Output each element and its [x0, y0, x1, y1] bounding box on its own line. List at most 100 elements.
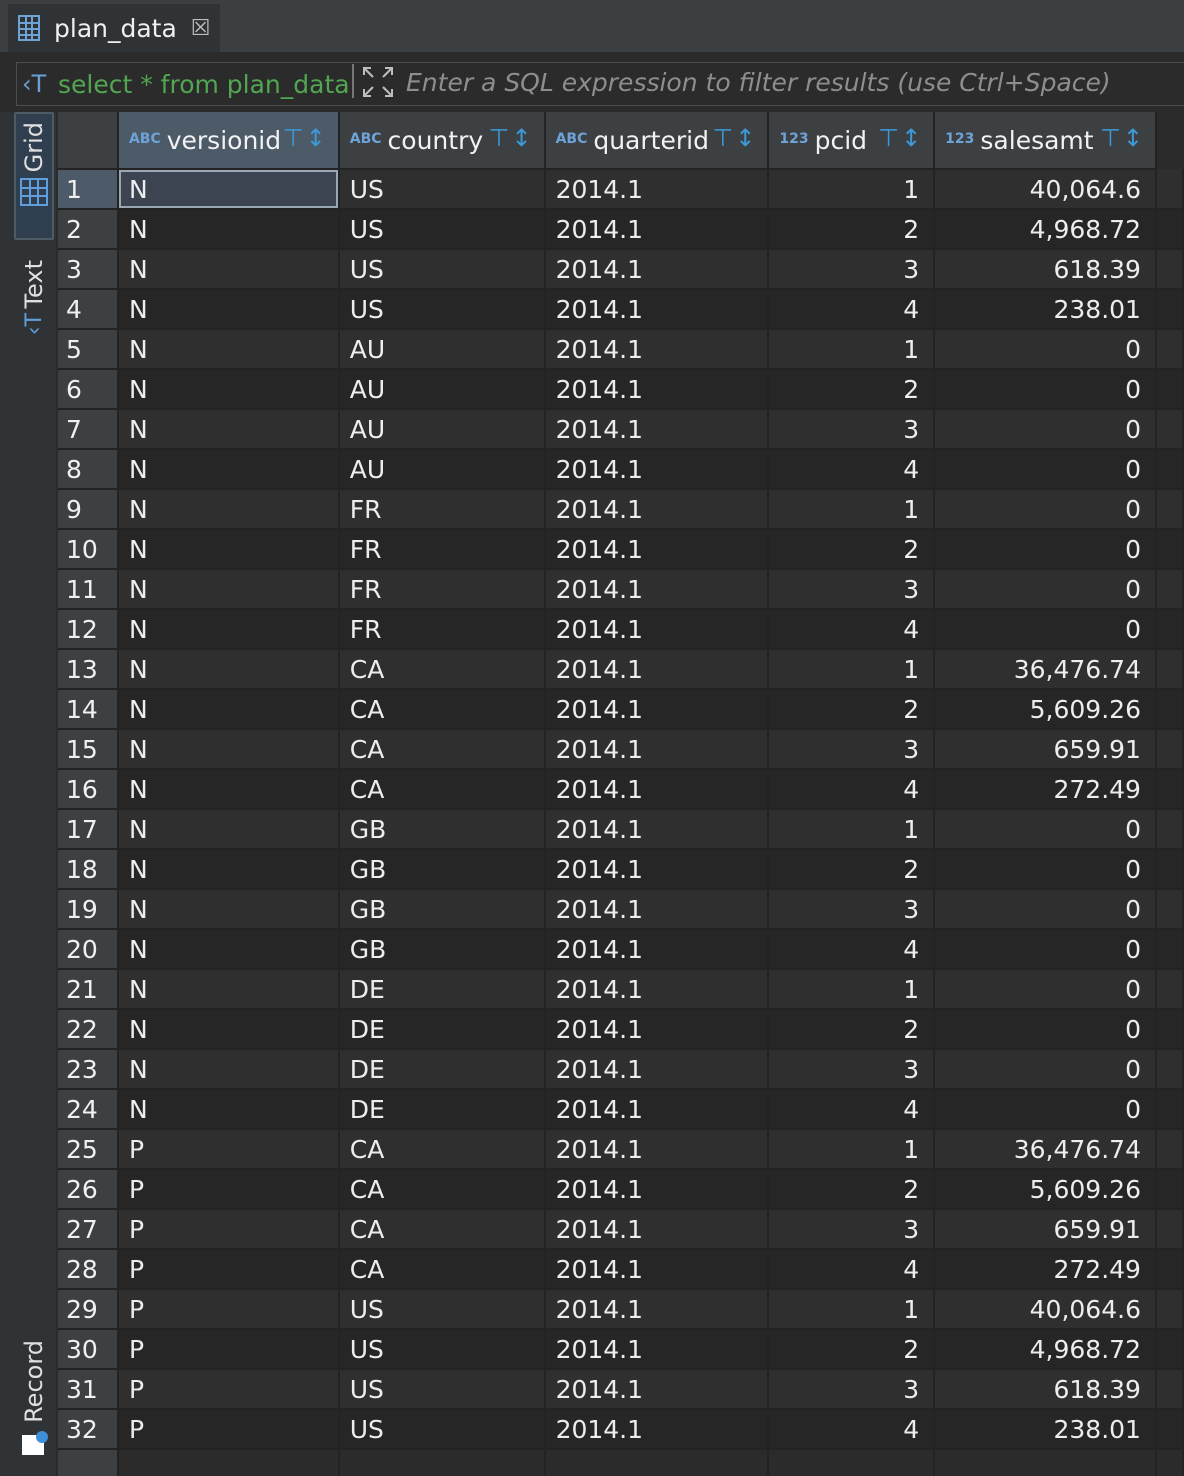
cell-country[interactable]: CA [338, 1129, 546, 1170]
cell-pcid[interactable]: 2 [768, 849, 936, 890]
table-row[interactable]: 8 N AU 2014.1 4 0 [58, 449, 1184, 490]
row-number[interactable]: 9 [58, 489, 119, 530]
filter-sort-icon[interactable]: ⊤↕ [878, 124, 923, 152]
table-row[interactable]: 10 N FR 2014.1 2 0 [58, 529, 1184, 570]
cell-country[interactable]: CA [338, 769, 546, 810]
cell-salesamt[interactable]: 0 [934, 969, 1157, 1010]
cell-quarterid[interactable]: 2014.1 [544, 1129, 770, 1170]
cell-quarterid[interactable]: 2014.1 [544, 1329, 770, 1370]
row-number[interactable]: 23 [58, 1049, 119, 1090]
cell-salesamt[interactable]: 0 [934, 329, 1157, 370]
cell-salesamt[interactable]: 40,064.6 [934, 169, 1157, 210]
cell-salesamt[interactable]: 0 [934, 449, 1157, 490]
cell-quarterid[interactable]: 2014.1 [544, 889, 770, 930]
table-row[interactable]: 16 N CA 2014.1 4 272.49 [58, 769, 1184, 810]
cell-pcid[interactable]: 4 [768, 1409, 936, 1450]
table-row[interactable]: 20 N GB 2014.1 4 0 [58, 929, 1184, 970]
cell-quarterid[interactable]: 2014.1 [544, 689, 770, 730]
cell-quarterid[interactable]: 2014.1 [544, 769, 770, 810]
row-number[interactable]: 6 [58, 369, 119, 410]
cell-country[interactable]: GB [338, 849, 546, 890]
cell-versionid[interactable]: N [117, 329, 340, 370]
cell-versionid[interactable]: N [117, 529, 340, 570]
row-number[interactable]: 20 [58, 929, 119, 970]
cell-pcid[interactable]: 3 [768, 569, 936, 610]
row-number[interactable]: 32 [58, 1409, 119, 1450]
grid-view-tab[interactable]: Grid [14, 112, 54, 240]
cell-versionid[interactable]: N [117, 409, 340, 450]
cell-country[interactable]: CA [338, 689, 546, 730]
cell-quarterid[interactable]: 2014.1 [544, 609, 770, 650]
cell-country[interactable]: CA [338, 649, 546, 690]
table-row[interactable]: 5 N AU 2014.1 1 0 [58, 329, 1184, 370]
cell-salesamt[interactable]: 0 [934, 569, 1157, 610]
cell-pcid[interactable]: 1 [768, 649, 936, 690]
table-row[interactable]: 19 N GB 2014.1 3 0 [58, 889, 1184, 930]
cell-country[interactable]: GB [338, 929, 546, 970]
cell-versionid[interactable]: N [117, 929, 340, 970]
cell-country[interactable]: DE [338, 1089, 546, 1130]
column-header-quarterid[interactable]: ABC quarterid ⊤↕ [544, 112, 770, 170]
row-number[interactable]: 14 [58, 689, 119, 730]
column-header-pcid[interactable]: 123 pcid ⊤↕ [768, 112, 936, 170]
cell-quarterid[interactable]: 2014.1 [544, 1089, 770, 1130]
cell-salesamt[interactable]: 0 [934, 609, 1157, 650]
cell-country[interactable]: GB [338, 889, 546, 930]
row-number[interactable]: 18 [58, 849, 119, 890]
cell-versionid[interactable]: N [117, 689, 340, 730]
cell-versionid[interactable]: N [117, 569, 340, 610]
table-row[interactable]: 13 N CA 2014.1 1 36,476.74 [58, 649, 1184, 690]
cell-quarterid[interactable]: 2014.1 [544, 1169, 770, 1210]
cell-country[interactable]: CA [338, 1209, 546, 1250]
cell-pcid[interactable]: 2 [768, 689, 936, 730]
cell-salesamt[interactable]: 5,609.26 [934, 1169, 1157, 1210]
cell-quarterid[interactable]: 2014.1 [544, 1249, 770, 1290]
row-number[interactable]: 31 [58, 1369, 119, 1410]
table-row[interactable]: 18 N GB 2014.1 2 0 [58, 849, 1184, 890]
row-number[interactable]: 26 [58, 1169, 119, 1210]
cell-salesamt[interactable]: 618.39 [934, 249, 1157, 290]
cell-salesamt[interactable]: 40,064.6 [934, 1289, 1157, 1330]
cell-quarterid[interactable]: 2014.1 [544, 649, 770, 690]
cell-salesamt[interactable]: 0 [934, 889, 1157, 930]
row-number[interactable]: 15 [58, 729, 119, 770]
row-number[interactable]: 8 [58, 449, 119, 490]
cell-pcid[interactable]: 1 [768, 1289, 936, 1330]
cell-pcid[interactable]: 2 [768, 1009, 936, 1050]
table-row[interactable]: 3 N US 2014.1 3 618.39 [58, 249, 1184, 290]
cell-salesamt[interactable]: 0 [934, 489, 1157, 530]
cell-pcid[interactable]: 2 [768, 1329, 936, 1370]
cell-pcid[interactable]: 3 [768, 1049, 936, 1090]
cell-versionid[interactable]: N [117, 169, 340, 210]
row-number[interactable]: 19 [58, 889, 119, 930]
row-number[interactable]: 25 [58, 1129, 119, 1170]
row-number[interactable]: 3 [58, 249, 119, 290]
filter-sort-icon[interactable]: ⊤↕ [1100, 124, 1145, 152]
cell-country[interactable]: AU [338, 329, 546, 370]
row-number[interactable]: 12 [58, 609, 119, 650]
table-row[interactable]: 24 N DE 2014.1 4 0 [58, 1089, 1184, 1130]
close-icon[interactable]: ☒ [191, 16, 211, 41]
table-row[interactable]: 12 N FR 2014.1 4 0 [58, 609, 1184, 650]
cell-salesamt[interactable]: 0 [934, 369, 1157, 410]
cell-pcid[interactable]: 3 [768, 1369, 936, 1410]
table-row[interactable]: 29 P US 2014.1 1 40,064.6 [58, 1289, 1184, 1330]
table-row[interactable]: 31 P US 2014.1 3 618.39 [58, 1369, 1184, 1410]
cell-salesamt[interactable]: 659.91 [934, 729, 1157, 770]
cell-versionid[interactable]: P [117, 1329, 340, 1370]
expand-icon[interactable] [362, 66, 394, 98]
cell-pcid[interactable]: 4 [768, 609, 936, 650]
table-row[interactable]: 6 N AU 2014.1 2 0 [58, 369, 1184, 410]
cell-salesamt[interactable]: 0 [934, 529, 1157, 570]
cell-country[interactable]: DE [338, 969, 546, 1010]
cell-salesamt[interactable]: 4,968.72 [934, 1329, 1157, 1370]
cell-quarterid[interactable]: 2014.1 [544, 369, 770, 410]
filter-sort-icon[interactable]: ⊤↕ [712, 124, 757, 152]
cell-pcid[interactable]: 2 [768, 1169, 936, 1210]
table-row[interactable]: 7 N AU 2014.1 3 0 [58, 409, 1184, 450]
cell-quarterid[interactable]: 2014.1 [544, 809, 770, 850]
active-query[interactable]: select * from plan_data [58, 70, 350, 99]
row-number[interactable]: 4 [58, 289, 119, 330]
cell-quarterid[interactable]: 2014.1 [544, 329, 770, 370]
cell-versionid[interactable]: P [117, 1169, 340, 1210]
